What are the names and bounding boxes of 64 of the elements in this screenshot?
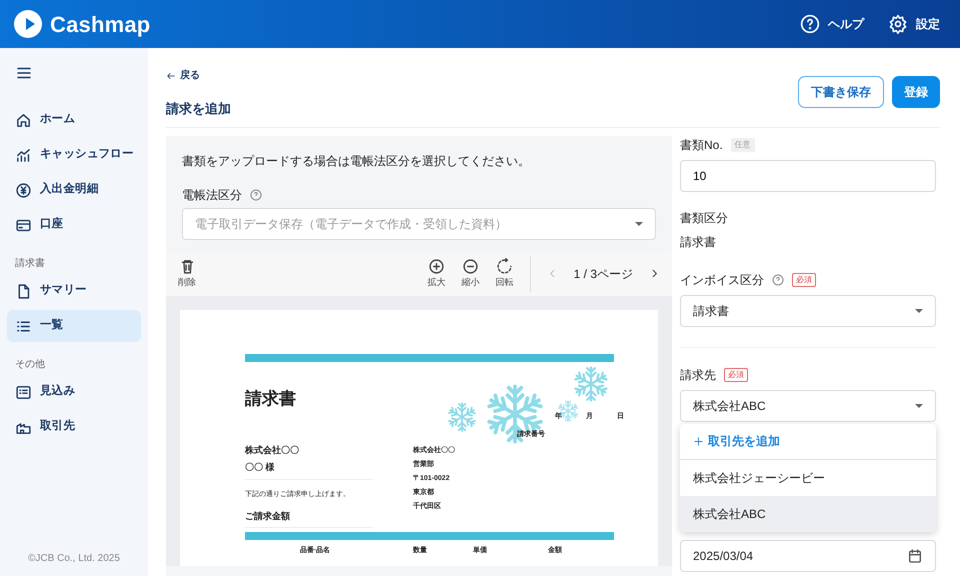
field-label: インボイス区分 xyxy=(680,272,764,288)
snowflake-drawing xyxy=(447,402,477,432)
logo-icon xyxy=(14,10,42,38)
input-field[interactable]: 10 xyxy=(680,160,936,192)
field-label: 書類No. xyxy=(680,136,723,154)
recipient-name: 〇〇 様 xyxy=(245,461,276,474)
page-title: 請求を追加 xyxy=(166,100,231,118)
save-draft-button[interactable]: 下書き保存 xyxy=(798,76,884,108)
help-icon xyxy=(772,274,784,286)
help-link[interactable]: ヘルプ xyxy=(800,14,864,34)
settings-icon xyxy=(888,14,908,34)
help-icon xyxy=(250,188,262,200)
page-indicator: 1 / 3ページ xyxy=(574,266,633,282)
arrow-left-icon xyxy=(166,70,176,80)
caret-icon xyxy=(915,308,923,312)
caret-icon xyxy=(635,222,643,226)
zoom-in-icon xyxy=(428,258,446,275)
register-button[interactable]: 登録 xyxy=(892,76,940,108)
help-icon xyxy=(800,14,820,34)
sidebar-item[interactable]: 取引先 xyxy=(7,411,141,443)
dropdown-item[interactable]: 株式会社ジェーシービー xyxy=(680,460,936,496)
sidebar-item[interactable]: 一覧 xyxy=(7,310,141,342)
sidebar-section-label: 請求書 xyxy=(14,256,46,271)
calendar-icon xyxy=(907,548,923,564)
field-label: 書類区分 xyxy=(680,210,728,226)
chart-icon xyxy=(15,146,32,164)
sidebar-item[interactable]: サマリー xyxy=(7,275,141,307)
field-label: 電帳法区分 xyxy=(182,186,242,204)
required-badge: 必須 xyxy=(724,368,748,382)
toolbar-button[interactable]: 回転 xyxy=(496,258,514,290)
settings-link[interactable]: 設定 xyxy=(888,14,940,34)
required-badge: 必須 xyxy=(792,272,816,286)
toolbar-button[interactable]: 削除 xyxy=(178,258,196,290)
copyright-text: ©JCB Co., Ltd. 2025 xyxy=(27,552,121,566)
select-field[interactable]: 請求書 xyxy=(680,294,936,326)
field-value: 請求書 xyxy=(680,234,717,250)
logo-text: Cashmap xyxy=(50,10,150,39)
select-field[interactable]: 株式会社ABC xyxy=(680,390,936,422)
sidebar-item[interactable]: ホーム xyxy=(7,104,141,136)
notice-text: 書類をアップロードする場合は電帳法区分を選択してください。 xyxy=(182,152,531,170)
sidebar-item[interactable]: 入出金明細 xyxy=(7,174,141,206)
field-label: 請求先 xyxy=(680,366,716,384)
optional-badge: 任意 xyxy=(730,138,755,152)
document-title: 請求書 xyxy=(245,388,296,410)
snowflake-drawing xyxy=(485,384,545,444)
sidebar-item[interactable]: 口座 xyxy=(7,209,141,241)
toolbar-button[interactable]: 拡大 xyxy=(428,258,446,290)
toolbar-button[interactable]: 縮小 xyxy=(462,258,480,290)
zoom-out-icon xyxy=(462,258,480,275)
amount-label: ご請求金額 xyxy=(245,510,291,523)
caret-icon xyxy=(915,404,923,408)
list-icon xyxy=(15,384,32,400)
sidebar-item[interactable]: キャッシュフロー xyxy=(7,139,141,171)
date-field[interactable]: 2025/03/04 xyxy=(680,540,936,572)
rotate-icon xyxy=(496,258,514,275)
sidebar-section-label: その他 xyxy=(14,358,46,372)
home-icon xyxy=(15,112,32,128)
sidebar-item[interactable]: 見込み xyxy=(7,376,141,408)
yen-icon xyxy=(15,182,32,198)
dropdown-item[interactable]: 株式会社ABC xyxy=(680,496,936,532)
plus-icon xyxy=(693,436,704,446)
recipient-company: 株式会社〇〇 xyxy=(245,444,300,456)
back-link[interactable]: 戻る xyxy=(166,68,231,83)
add-partner-item[interactable]: 取引先を追加 xyxy=(680,424,936,460)
